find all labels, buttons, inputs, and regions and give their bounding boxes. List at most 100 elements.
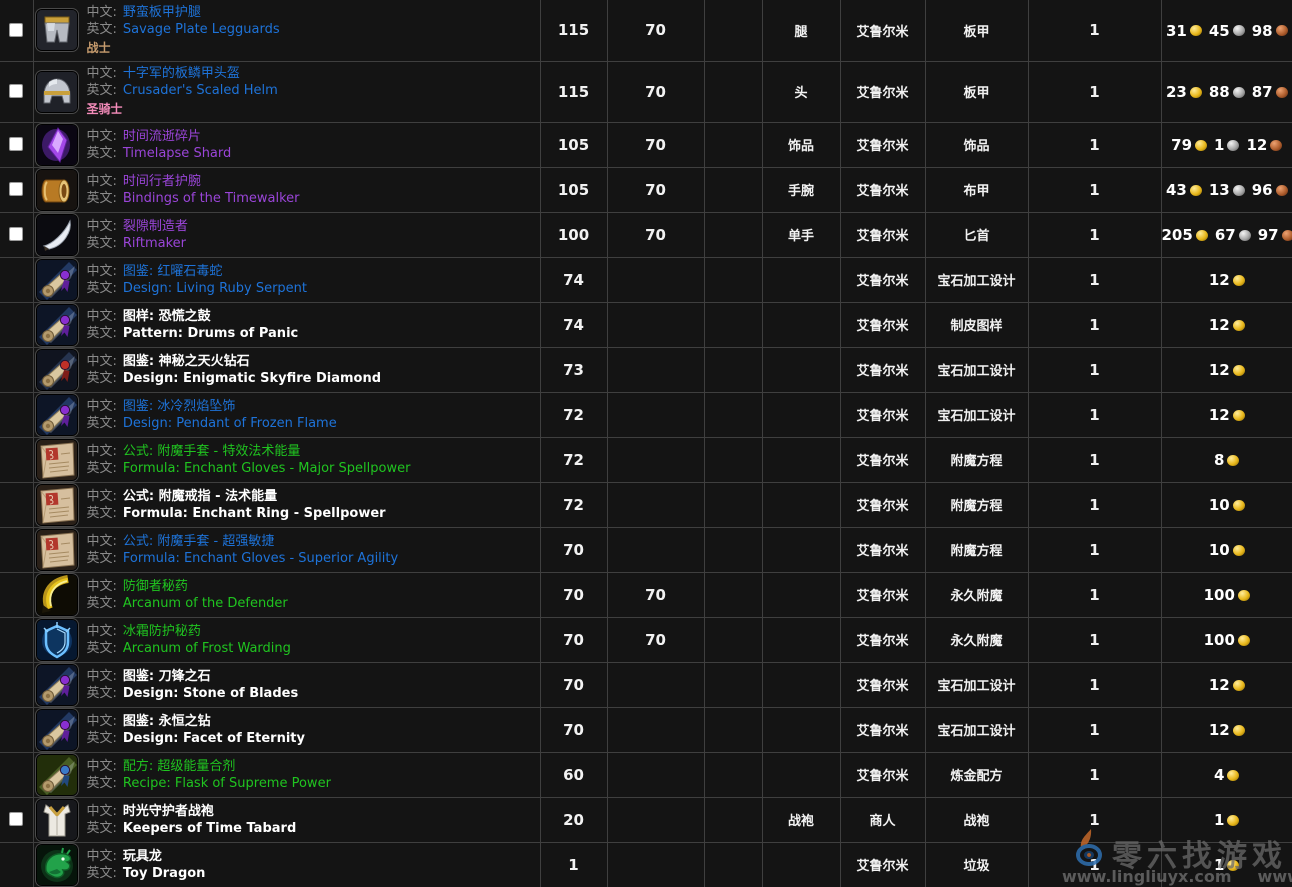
item-level-cell: 20 [540,797,607,842]
price-amount: 10 [1209,541,1230,559]
quantity-cell: 1 [1028,662,1161,707]
scroll-purple-icon[interactable] [37,665,77,705]
slot-cell: 头 [762,61,840,122]
slot-cell [762,617,840,662]
row-checkbox[interactable] [9,182,23,196]
gold-coin-icon [1233,680,1245,691]
english-label: 英文: [87,83,117,98]
item-name-en[interactable]: Design: Facet of Eternity [123,731,305,746]
chinese-label: 中文: [87,444,117,459]
formula-parchment-icon[interactable] [37,485,77,525]
item-level-cell: 74 [540,302,607,347]
formula-parchment-icon[interactable] [37,530,77,570]
item-name-en[interactable]: Arcanum of the Defender [123,596,288,611]
checkbox-cell [0,392,33,437]
item-name-cell: 中文:图样: 恐慌之鼓 英文:Pattern: Drums of Panic [33,302,540,347]
price-amount: 31 [1166,22,1187,40]
slot-cell [762,707,840,752]
white-dagger-icon[interactable] [37,215,77,255]
price-cell: 100 [1161,572,1292,617]
item-name-zh[interactable]: 时光守护者战袍 [123,804,214,819]
price-cell: 238887 [1161,61,1292,122]
item-name-en[interactable]: Savage Plate Legguards [123,22,280,37]
item-level-cell: 72 [540,392,607,437]
purple-shard-icon[interactable] [37,125,77,165]
scroll-purple-icon[interactable] [37,395,77,435]
class-restriction-label: 圣骑士 [87,101,278,118]
row-checkbox[interactable] [9,227,23,241]
item-name-zh[interactable]: 配方: 超级能量合剂 [123,759,236,774]
item-name-zh[interactable]: 裂隙制造者 [123,219,188,234]
row-checkbox[interactable] [9,137,23,151]
item-name-zh[interactable]: 冰霜防护秘药 [123,624,201,639]
checkbox-cell [0,662,33,707]
item-name-en[interactable]: Keepers of Time Tabard [123,821,296,836]
category-cell: 炼金配方 [925,752,1028,797]
spacer-cell [704,797,762,842]
item-name-en[interactable]: Formula: Enchant Gloves - Major Spellpow… [123,461,411,476]
item-name-en[interactable]: Toy Dragon [123,866,206,881]
plate-legguards-icon[interactable] [37,10,77,50]
required-level-cell [607,527,704,572]
slot-cell [762,437,840,482]
scroll-purple-icon[interactable] [37,305,77,345]
item-name-zh[interactable]: 公式: 附魔手套 - 超强敏捷 [123,534,274,549]
item-name-en[interactable]: Recipe: Flask of Supreme Power [123,776,331,791]
spacer-cell [704,347,762,392]
bronze-bracer-icon[interactable] [37,170,77,210]
scroll-purple-icon[interactable] [37,710,77,750]
item-name-cell: 中文:防御者秘药 英文:Arcanum of the Defender [33,572,540,617]
item-name-zh[interactable]: 图鉴: 神秘之天火钻石 [123,354,250,369]
item-name-zh[interactable]: 公式: 附魔手套 - 特效法术能量 [123,444,300,459]
item-name-en[interactable]: Design: Living Ruby Serpent [123,281,307,296]
item-name-zh[interactable]: 公式: 附魔戒指 - 法术能量 [123,489,277,504]
green-dragon-icon[interactable] [37,845,77,885]
item-row: 中文:时光守护者战袍 英文:Keepers of Time Tabard 20 … [0,797,1292,842]
item-name-zh[interactable]: 图鉴: 红曜石毒蛇 [123,264,223,279]
english-label: 英文: [87,506,117,521]
scroll-red-icon[interactable] [37,350,77,390]
item-name-en[interactable]: Formula: Enchant Ring - Spellpower [123,506,386,521]
item-name-en[interactable]: Arcanum of Frost Warding [123,641,291,656]
item-name-zh[interactable]: 野蛮板甲护腿 [123,5,201,20]
item-name-cell: 中文:时光守护者战袍 英文:Keepers of Time Tabard [33,797,540,842]
required-level-cell [607,842,704,887]
item-name-zh[interactable]: 图鉴: 刀锋之石 [123,669,211,684]
row-checkbox[interactable] [9,84,23,98]
item-name-en[interactable]: Bindings of the Timewalker [123,191,300,206]
item-name-en[interactable]: Timelapse Shard [123,146,231,161]
item-name-zh[interactable]: 十字军的板鳞甲头盔 [123,66,240,81]
price-amount: 12 [1209,316,1230,334]
item-name-en[interactable]: Riftmaker [123,236,186,251]
slot-cell [762,302,840,347]
item-name-zh[interactable]: 时间流逝碎片 [123,129,201,144]
row-checkbox[interactable] [9,23,23,37]
price-amount: 12 [1246,136,1267,154]
item-name-zh[interactable]: 图鉴: 永恒之钻 [123,714,211,729]
item-name-en[interactable]: Pattern: Drums of Panic [123,326,298,341]
golden-arcanum-icon[interactable] [37,575,77,615]
item-name-zh[interactable]: 时间行者护腕 [123,174,201,189]
item-name-en[interactable]: Formula: Enchant Gloves - Superior Agili… [123,551,398,566]
category-cell: 战袍 [925,797,1028,842]
item-name-zh[interactable]: 玩具龙 [123,849,162,864]
white-tabard-icon[interactable] [37,800,77,840]
item-name-en[interactable]: Crusader's Scaled Helm [123,83,278,98]
spacer-cell [704,482,762,527]
english-label: 英文: [87,22,117,37]
item-name-zh[interactable]: 防御者秘药 [123,579,188,594]
item-level-cell: 74 [540,257,607,302]
plate-helm-icon[interactable] [37,72,77,112]
scroll-purple-icon[interactable] [37,260,77,300]
chinese-label: 中文: [87,714,117,729]
green-recipe-icon[interactable] [37,755,77,795]
formula-parchment-icon[interactable] [37,440,77,480]
frost-shield-icon[interactable] [37,620,77,660]
item-name-en[interactable]: Design: Stone of Blades [123,686,298,701]
item-name-en[interactable]: Design: Pendant of Frozen Flame [123,416,337,431]
item-name-en[interactable]: Design: Enigmatic Skyfire Diamond [123,371,381,386]
row-checkbox[interactable] [9,812,23,826]
item-name-zh[interactable]: 图样: 恐慌之鼓 [123,309,211,324]
item-name-cell: 中文:公式: 附魔戒指 - 法术能量 英文:Formula: Enchant R… [33,482,540,527]
item-name-zh[interactable]: 图鉴: 冰冷烈焰坠饰 [123,399,236,414]
